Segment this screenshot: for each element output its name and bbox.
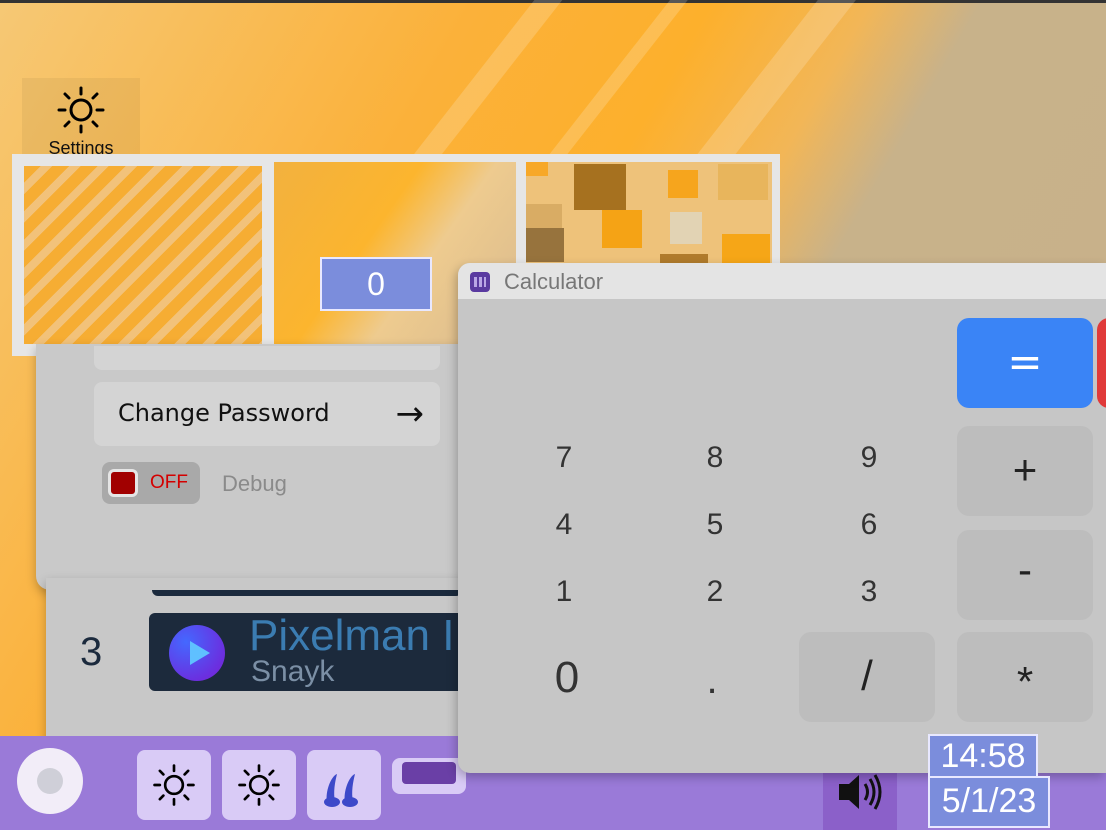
track-title: Pixelman I bbox=[249, 613, 455, 660]
wallpaper-thumb-stripes[interactable] bbox=[20, 162, 266, 348]
toggle-knob bbox=[108, 469, 138, 497]
key-8[interactable]: 8 bbox=[665, 433, 765, 483]
wallpaper-index-counter: 0 bbox=[320, 257, 432, 311]
settings-window: Change Password → OFF Debug bbox=[36, 344, 476, 590]
arrow-right-icon: → bbox=[395, 394, 425, 434]
sun-gear-icon bbox=[153, 764, 195, 806]
key-1[interactable]: 1 bbox=[514, 567, 614, 617]
key-9[interactable]: 9 bbox=[819, 433, 919, 483]
desktop-icon-settings[interactable]: Settings bbox=[22, 78, 140, 160]
divide-button[interactable]: / bbox=[799, 632, 935, 722]
debug-toggle[interactable]: OFF bbox=[102, 462, 200, 504]
sun-gear-icon bbox=[57, 86, 105, 134]
key-0[interactable]: 0 bbox=[517, 653, 617, 703]
change-password-button[interactable]: Change Password → bbox=[94, 382, 440, 446]
decimal-button[interactable]: . bbox=[662, 655, 762, 705]
play-icon[interactable] bbox=[169, 625, 225, 681]
debug-toggle-state: OFF bbox=[150, 472, 188, 493]
taskbar-clock-date[interactable]: 5/1/23 bbox=[928, 776, 1050, 828]
key-3[interactable]: 3 bbox=[819, 567, 919, 617]
speaker-icon bbox=[839, 774, 882, 810]
taskbar-app-settings-2[interactable] bbox=[222, 750, 296, 820]
sun-gear-icon bbox=[238, 764, 280, 806]
debug-label: Debug bbox=[222, 471, 287, 496]
music-notes-icon bbox=[324, 774, 358, 807]
key-2[interactable]: 2 bbox=[665, 567, 765, 617]
clear-button[interactable] bbox=[1097, 318, 1106, 408]
key-6[interactable]: 6 bbox=[819, 500, 919, 550]
plus-button[interactable]: + bbox=[957, 426, 1093, 516]
track-artist: Snayk bbox=[251, 655, 335, 688]
key-5[interactable]: 5 bbox=[665, 500, 765, 550]
key-7[interactable]: 7 bbox=[514, 433, 614, 483]
multiply-button[interactable]: * bbox=[957, 632, 1093, 722]
track-row[interactable] bbox=[152, 590, 462, 596]
settings-row[interactable] bbox=[94, 346, 440, 370]
calculator-titlebar[interactable]: Calculator bbox=[458, 263, 1106, 299]
taskbar-clock-time[interactable]: 14:58 bbox=[928, 734, 1038, 778]
start-button[interactable] bbox=[17, 748, 83, 814]
equals-button[interactable]: = bbox=[957, 318, 1093, 408]
minus-button[interactable]: - bbox=[957, 530, 1093, 620]
track-row[interactable]: Pixelman I Snayk bbox=[149, 613, 469, 691]
taskbar-app-calculator[interactable] bbox=[392, 758, 466, 794]
calculator-window: Calculator = 7 8 9 + 4 5 6 - 1 2 3 0 . /… bbox=[458, 263, 1106, 773]
taskbar-app-settings[interactable] bbox=[137, 750, 211, 820]
calculator-title: Calculator bbox=[504, 269, 604, 294]
calculator-icon bbox=[470, 272, 490, 292]
taskbar-app-music[interactable] bbox=[307, 750, 381, 820]
track-number: 3 bbox=[80, 630, 103, 674]
change-password-label: Change Password bbox=[118, 399, 330, 427]
key-4[interactable]: 4 bbox=[514, 500, 614, 550]
